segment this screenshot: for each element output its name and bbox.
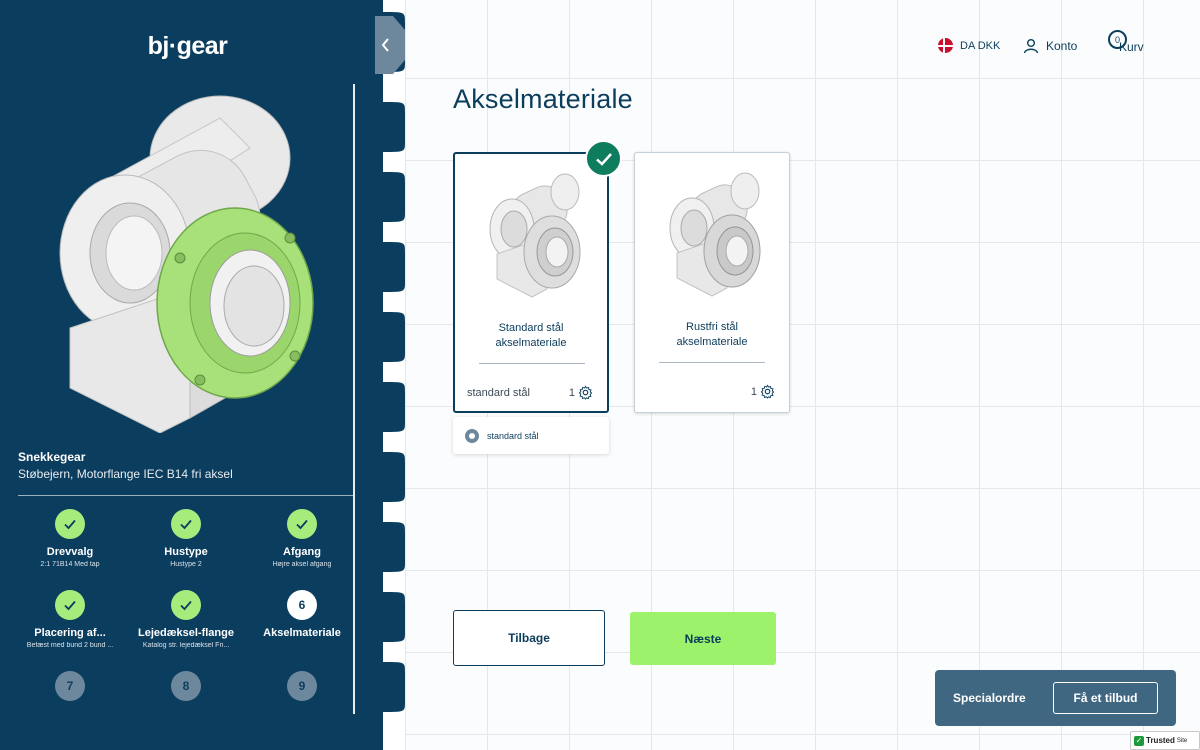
bj-gear-logo[interactable]: bj·gear [0, 32, 375, 61]
quantity-value: 1 [750, 385, 757, 398]
step-afgang[interactable]: Afgang Højre aksel afgang [244, 509, 360, 568]
next-button[interactable]: Næste [630, 612, 776, 665]
special-order-panel: Specialordre Få et tilbud [935, 670, 1176, 726]
step-number: 7 [55, 671, 85, 701]
product-3d-preview [59, 95, 314, 433]
product-title: Snekkegear [18, 450, 86, 464]
option-title-line: Rustfri stål [686, 321, 738, 333]
sidebar-divider [18, 495, 355, 496]
check-icon: ✓ [1134, 735, 1144, 746]
special-order-label: Specialordre [953, 691, 1026, 705]
step-detail: Katalog str. lejedæksel Fri... [142, 642, 230, 649]
radio-selected-icon[interactable] [465, 428, 479, 443]
card-divider [479, 363, 585, 364]
account-label: Konto [1046, 39, 1078, 53]
step-8[interactable]: 8 [128, 671, 244, 701]
top-header: DA DKK Konto 0 Kurv [405, 0, 1200, 90]
step-label: Hustype [164, 546, 208, 558]
product-subtitle: Støbejern, Motorflange IEC B14 fri aksel [18, 467, 233, 481]
cart-label: Kurv [1119, 39, 1144, 54]
step-number: 6 [287, 590, 317, 620]
collapse-sidebar-tab[interactable] [375, 16, 405, 74]
gearbox-thumbnail [669, 172, 761, 297]
step-label: Afgang [283, 546, 321, 558]
page-title: Akselmateriale [453, 84, 633, 114]
cart-link[interactable]: 0 Kurv [1108, 30, 1152, 54]
step-7[interactable]: 7 [12, 671, 128, 701]
language-label: DA DKK [960, 39, 1001, 52]
step-label: Lejedæksel-flange [138, 627, 234, 639]
option-material: standard stål [467, 387, 530, 399]
step-hustype[interactable]: Hustype Hustype 2 [128, 509, 244, 568]
gear-icon [760, 384, 775, 399]
option-card-rustfri-stal[interactable]: Rustfri stål akselmateriale 1 [634, 152, 790, 413]
step-label: Placering af... [34, 627, 106, 639]
step-done-check-icon [171, 590, 201, 620]
step-label: Akselmateriale [263, 627, 341, 639]
option-quantity[interactable]: 1 [569, 385, 593, 400]
step-label: Drevvalg [46, 546, 94, 558]
step-detail: 2:1 71B14 Med tap [40, 561, 100, 568]
main-content: DA DKK Konto 0 Kurv Akselmateriale Stand… [405, 0, 1200, 750]
trusted-brand: Trusted [1146, 736, 1175, 745]
gearbox-thumbnail [489, 173, 581, 298]
denmark-flag-icon [938, 38, 953, 53]
step-number: 8 [171, 671, 201, 701]
get-quote-button[interactable]: Få et tilbud [1053, 682, 1158, 714]
sidebar-scrollbar[interactable] [353, 84, 355, 714]
trusted-suffix: Site [1176, 737, 1188, 744]
user-icon [1023, 39, 1039, 54]
step-lejedaeksel-flange[interactable]: Lejedæksel-flange Katalog str. lejedækse… [128, 590, 244, 649]
option-title-line: akselmateriale [495, 337, 567, 349]
option-title-line: Standard stål [498, 322, 564, 334]
option-title: Rustfri stål akselmateriale [635, 320, 789, 350]
gear-teeth-edge [375, 0, 405, 750]
option-title-line: akselmateriale [676, 336, 748, 348]
step-drevvalg[interactable]: Drevvalg 2:1 71B14 Med tap [12, 509, 128, 568]
gear-icon [578, 385, 593, 400]
language-currency-selector[interactable]: DA DKK [938, 38, 1000, 53]
step-detail: Hustype 2 [170, 561, 202, 568]
step-done-check-icon [287, 509, 317, 539]
option-title: Standard stål akselmateriale [455, 321, 607, 351]
step-akselmateriale[interactable]: 6 Akselmateriale [244, 590, 360, 642]
selected-check-icon [585, 140, 622, 177]
step-placering[interactable]: Placering af... Befæst med bund 2 bund .… [12, 590, 128, 649]
step-number: 9 [287, 671, 317, 701]
material-sub-option[interactable]: standard stål [453, 417, 609, 454]
step-done-check-icon [55, 590, 85, 620]
configurator-sidebar: bj·gear Snekkegear Støbejern, Motorflang… [0, 0, 375, 750]
card-divider [659, 362, 765, 363]
account-link[interactable]: Konto [1023, 38, 1077, 54]
steps-overflow-fade [0, 712, 353, 750]
option-card-standard-stal[interactable]: Standard stål akselmateriale standard st… [453, 152, 609, 413]
step-done-check-icon [171, 509, 201, 539]
collapse-tab-shape [375, 16, 405, 74]
back-button[interactable]: Tilbage [453, 610, 605, 666]
step-done-check-icon [55, 509, 85, 539]
step-detail: Højre aksel afgang [272, 561, 332, 568]
step-9[interactable]: 9 [244, 671, 360, 701]
step-detail: Befæst med bund 2 bund ... [26, 642, 114, 649]
trusted-site-badge[interactable]: ✓ Trusted Site [1130, 731, 1200, 750]
option-quantity[interactable]: 1 [751, 384, 775, 399]
quantity-value: 1 [568, 386, 575, 399]
sub-option-label: standard stål [487, 430, 539, 441]
